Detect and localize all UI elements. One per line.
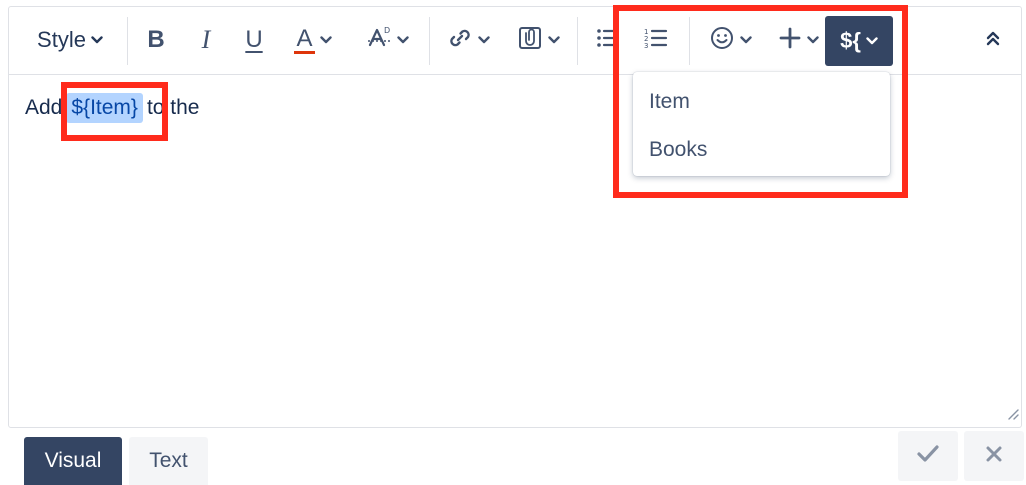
attachment-button[interactable] — [507, 17, 569, 63]
bold-label: B — [147, 26, 165, 53]
close-icon — [984, 444, 1004, 469]
chevron-down-icon — [547, 36, 560, 44]
text-format-icon: D — [366, 25, 392, 56]
toolbar-separator — [127, 17, 128, 65]
numbered-list-button[interactable]: 1 2 3 — [633, 17, 679, 63]
style-label: Style — [37, 27, 86, 52]
editor-toolbar: Style B I U A D 1 2 3 ${ — [9, 7, 1021, 75]
bold-button[interactable]: B — [133, 17, 179, 63]
text-color-button[interactable]: A — [281, 17, 345, 63]
content-text-after: to the — [146, 96, 200, 119]
checkmark-icon — [916, 444, 940, 469]
chevron-down-icon — [477, 36, 490, 44]
insert-link-button[interactable] — [437, 17, 499, 63]
variable-placeholder[interactable]: ${Item} — [66, 93, 143, 123]
emoji-icon — [709, 25, 735, 56]
rich-text-editor[interactable]: Style B I U A D 1 2 3 ${Add ${Item} to … — [8, 6, 1022, 428]
text-color-label: A — [294, 24, 315, 54]
resize-handle-icon[interactable] — [1005, 406, 1019, 425]
svg-text:3: 3 — [644, 42, 648, 49]
insert-variable-button[interactable]: ${ — [825, 16, 893, 66]
toolbar-separator — [577, 17, 578, 65]
insert-more-button[interactable] — [767, 17, 829, 63]
chevron-down-icon — [396, 36, 409, 44]
content-text-before: Add — [25, 96, 63, 119]
style-dropdown-button[interactable]: Style — [23, 17, 117, 63]
bullet-list-icon — [596, 27, 620, 54]
variable-menu-item-books[interactable]: Books — [649, 138, 707, 162]
variable-label: ${ — [840, 28, 861, 53]
plus-icon — [778, 26, 802, 55]
double-chevron-up-icon — [985, 30, 1001, 51]
italic-button[interactable]: I — [183, 17, 229, 63]
confirm-button[interactable] — [898, 431, 958, 481]
link-icon — [447, 25, 473, 56]
italic-label: I — [201, 25, 211, 54]
chevron-down-icon — [866, 37, 878, 45]
numbered-list-icon: 1 2 3 — [644, 27, 668, 54]
bullet-list-button[interactable] — [585, 17, 631, 63]
tab-text[interactable]: Text — [129, 437, 208, 485]
chevron-down-icon — [91, 36, 103, 44]
toolbar-separator — [429, 17, 430, 65]
editor-content[interactable]: Add ${Item} to the — [25, 93, 199, 123]
emoji-button[interactable] — [699, 17, 761, 63]
text-format-button[interactable]: D — [355, 17, 419, 63]
variable-dropdown-menu: Item Books — [633, 72, 890, 176]
collapse-toolbar-button[interactable] — [973, 17, 1013, 63]
chevron-down-icon — [319, 36, 332, 44]
chevron-down-icon — [739, 36, 752, 44]
tab-visual[interactable]: Visual — [24, 437, 122, 485]
variable-menu-item-item[interactable]: Item — [649, 90, 690, 114]
svg-text:D: D — [384, 26, 390, 35]
toolbar-separator — [689, 17, 690, 65]
cancel-button[interactable] — [964, 431, 1024, 481]
underline-button[interactable]: U — [229, 17, 279, 63]
attachment-icon — [517, 25, 543, 56]
chevron-down-icon — [806, 36, 819, 44]
underline-label: U — [245, 26, 263, 53]
